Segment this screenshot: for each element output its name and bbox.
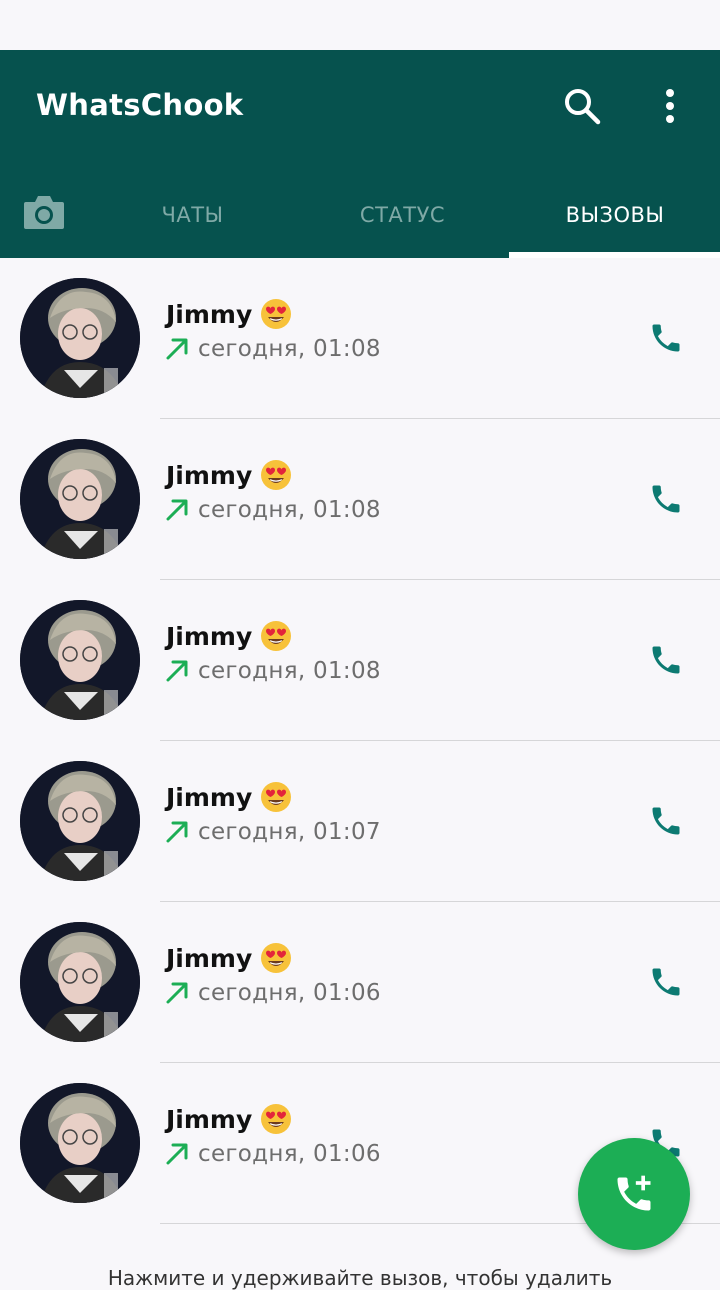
phone-icon bbox=[652, 485, 680, 513]
avatar[interactable] bbox=[20, 439, 140, 559]
new-call-fab[interactable] bbox=[578, 1138, 690, 1250]
heart-eyes-emoji-icon bbox=[261, 460, 292, 490]
contact-name: Jimmy bbox=[166, 460, 253, 490]
call-row[interactable]: Jimmy сегодня, 01:07 bbox=[0, 741, 720, 902]
tab-camera[interactable] bbox=[14, 182, 74, 242]
outgoing-call-arrow-icon bbox=[166, 338, 188, 360]
outgoing-call-arrow-icon bbox=[166, 982, 188, 1004]
search-button[interactable] bbox=[556, 80, 608, 132]
more-vert-icon bbox=[666, 89, 674, 123]
add-call-icon bbox=[617, 1175, 651, 1211]
outgoing-call-arrow-icon bbox=[166, 1143, 188, 1165]
heart-eyes-emoji-icon bbox=[261, 1104, 292, 1134]
more-options-button[interactable] bbox=[648, 80, 692, 132]
contact-name-line: Jimmy bbox=[166, 459, 292, 491]
avatar-image bbox=[20, 761, 140, 881]
status-bar bbox=[0, 0, 720, 50]
call-meta: сегодня, 01:06 bbox=[164, 1141, 381, 1167]
avatar[interactable] bbox=[20, 922, 140, 1042]
call-time: сегодня, 01:06 bbox=[198, 980, 381, 1006]
heart-eyes-emoji-icon bbox=[261, 299, 292, 329]
call-time: сегодня, 01:08 bbox=[198, 658, 381, 684]
voice-call-button[interactable] bbox=[640, 956, 692, 1008]
contact-name: Jimmy bbox=[166, 943, 253, 973]
phone-icon bbox=[652, 324, 680, 352]
contact-name-line: Jimmy bbox=[166, 298, 292, 330]
app-title: WhatsChook bbox=[36, 88, 244, 122]
call-meta: сегодня, 01:08 bbox=[164, 497, 381, 523]
heart-eyes-emoji-icon bbox=[261, 943, 292, 973]
heart-eyes-emoji-icon bbox=[261, 782, 292, 812]
call-time: сегодня, 01:08 bbox=[198, 336, 381, 362]
avatar[interactable] bbox=[20, 600, 140, 720]
phone-icon bbox=[652, 968, 680, 996]
outgoing-call-arrow-icon bbox=[166, 499, 188, 521]
voice-call-button[interactable] bbox=[640, 473, 692, 525]
search-icon bbox=[565, 89, 601, 125]
contact-name: Jimmy bbox=[166, 621, 253, 651]
contact-name-line: Jimmy bbox=[166, 942, 292, 974]
call-time: сегодня, 01:08 bbox=[198, 497, 381, 523]
voice-call-button[interactable] bbox=[640, 634, 692, 686]
camera-icon bbox=[24, 196, 64, 229]
voice-call-button[interactable] bbox=[640, 312, 692, 364]
call-row[interactable]: Jimmy сегодня, 01:08 bbox=[0, 580, 720, 741]
app-bar: WhatsChook ЧАТЫ СТАТУС ВЫЗОВЫ bbox=[0, 50, 720, 258]
tab-chats[interactable]: ЧАТЫ bbox=[90, 180, 295, 250]
phone-icon bbox=[652, 646, 680, 674]
tab-status[interactable]: СТАТУС bbox=[300, 180, 505, 250]
contact-name: Jimmy bbox=[166, 1104, 253, 1134]
call-row[interactable]: Jimmy сегодня, 01:06 bbox=[0, 902, 720, 1063]
outgoing-call-arrow-icon bbox=[166, 660, 188, 682]
avatar-image bbox=[20, 922, 140, 1042]
tab-bar: ЧАТЫ СТАТУС ВЫЗОВЫ bbox=[0, 180, 720, 258]
heart-eyes-emoji-icon bbox=[261, 621, 292, 651]
call-meta: сегодня, 01:08 bbox=[164, 336, 381, 362]
avatar-image bbox=[20, 439, 140, 559]
call-meta: сегодня, 01:06 bbox=[164, 980, 381, 1006]
contact-name-line: Jimmy bbox=[166, 620, 292, 652]
voice-call-button[interactable] bbox=[640, 795, 692, 847]
avatar-image bbox=[20, 600, 140, 720]
avatar[interactable] bbox=[20, 278, 140, 398]
contact-name-line: Jimmy bbox=[166, 781, 292, 813]
call-time: сегодня, 01:06 bbox=[198, 1141, 381, 1167]
avatar-image bbox=[20, 1083, 140, 1203]
contact-name-line: Jimmy bbox=[166, 1103, 292, 1135]
footer-hint: Нажмите и удерживайте вызов, чтобы удали… bbox=[107, 1266, 613, 1290]
call-meta: сегодня, 01:07 bbox=[164, 819, 381, 845]
call-row[interactable]: Jimmy сегодня, 01:08 bbox=[0, 419, 720, 580]
call-meta: сегодня, 01:08 bbox=[164, 658, 381, 684]
avatar-image bbox=[20, 278, 140, 398]
contact-name: Jimmy bbox=[166, 782, 253, 812]
contact-name: Jimmy bbox=[166, 299, 253, 329]
call-row[interactable]: Jimmy сегодня, 01:08 bbox=[0, 258, 720, 419]
tab-calls[interactable]: ВЫЗОВЫ bbox=[510, 180, 720, 250]
call-time: сегодня, 01:07 bbox=[198, 819, 381, 845]
avatar[interactable] bbox=[20, 761, 140, 881]
avatar[interactable] bbox=[20, 1083, 140, 1203]
phone-icon bbox=[652, 807, 680, 835]
calls-list: Jimmy сегодня, 01:08 Jimmy сегодня, 01:0… bbox=[0, 258, 720, 1224]
outgoing-call-arrow-icon bbox=[166, 821, 188, 843]
